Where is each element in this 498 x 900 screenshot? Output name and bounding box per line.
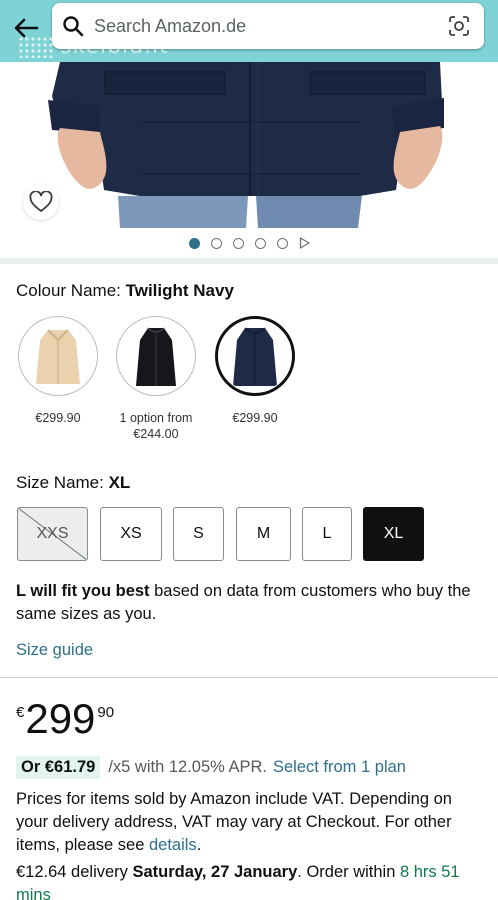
vat-details-link[interactable]: details bbox=[149, 836, 197, 854]
search-input[interactable] bbox=[94, 11, 434, 41]
watermark-logo-icon bbox=[18, 36, 54, 58]
carousel-dot[interactable] bbox=[276, 237, 288, 249]
size-option-xxs[interactable]: XXS bbox=[17, 507, 88, 561]
search-icon bbox=[62, 15, 84, 37]
size-selected-value: XL bbox=[108, 473, 131, 492]
installment-plan-link[interactable]: Select from 1 plan bbox=[273, 758, 406, 777]
size-option-m[interactable]: M bbox=[236, 507, 291, 561]
colour-swatch-navy[interactable] bbox=[215, 316, 295, 396]
play-video-icon[interactable] bbox=[299, 237, 310, 249]
price-fraction: 90 bbox=[97, 704, 115, 721]
carousel-dot[interactable] bbox=[254, 237, 266, 249]
swatch-price: 1 option from €244.00 bbox=[119, 411, 193, 441]
price-currency: € bbox=[16, 704, 25, 721]
size-label: Size Name: XL bbox=[16, 473, 131, 492]
delivery-info: €12.64 delivery Saturday, 27 January. Or… bbox=[16, 861, 486, 900]
search-box[interactable] bbox=[52, 3, 484, 49]
section-divider bbox=[0, 258, 498, 264]
product-image[interactable] bbox=[0, 62, 498, 228]
size-guide-link[interactable]: Size guide bbox=[16, 641, 93, 660]
colour-swatch-black[interactable] bbox=[116, 316, 196, 396]
carousel-dot[interactable] bbox=[210, 237, 222, 249]
camera-search-icon[interactable] bbox=[448, 15, 470, 37]
top-bar bbox=[0, 0, 498, 62]
installment-terms: /x5 with 12.05% APR. bbox=[108, 758, 267, 776]
vat-notice: Prices for items sold by Amazon include … bbox=[16, 790, 452, 854]
delivery-date: Saturday, 27 January bbox=[132, 863, 298, 881]
image-carousel-indicator[interactable] bbox=[0, 236, 498, 250]
swatch-price: €299.90 bbox=[232, 411, 278, 425]
jacket-photo bbox=[48, 62, 445, 228]
heart-icon bbox=[29, 191, 53, 212]
size-option-xs[interactable]: XS bbox=[100, 507, 162, 561]
swatch-price: €299.90 bbox=[35, 411, 81, 425]
size-option-l[interactable]: L bbox=[302, 507, 352, 561]
size-option-s[interactable]: S bbox=[173, 507, 224, 561]
size-option-xl[interactable]: XL bbox=[363, 507, 424, 561]
wishlist-heart-button[interactable] bbox=[23, 184, 59, 220]
size-recommendation: L will fit you best based on data from c… bbox=[16, 582, 471, 623]
installment-amount-badge: Or €61.79 bbox=[16, 756, 101, 779]
section-divider bbox=[0, 677, 498, 678]
colour-swatch-beige[interactable] bbox=[18, 316, 98, 396]
price-whole: 299 bbox=[25, 695, 96, 742]
installment-offer: Or €61.79 /x5 with 12.05% APR. Select fr… bbox=[16, 756, 406, 779]
carousel-dot[interactable] bbox=[188, 237, 200, 249]
price: € 299 90 bbox=[16, 694, 114, 746]
carousel-dot[interactable] bbox=[232, 237, 244, 249]
colour-label: Colour Name: Twilight Navy bbox=[16, 281, 234, 300]
colour-selected-value: Twilight Navy bbox=[125, 281, 234, 300]
